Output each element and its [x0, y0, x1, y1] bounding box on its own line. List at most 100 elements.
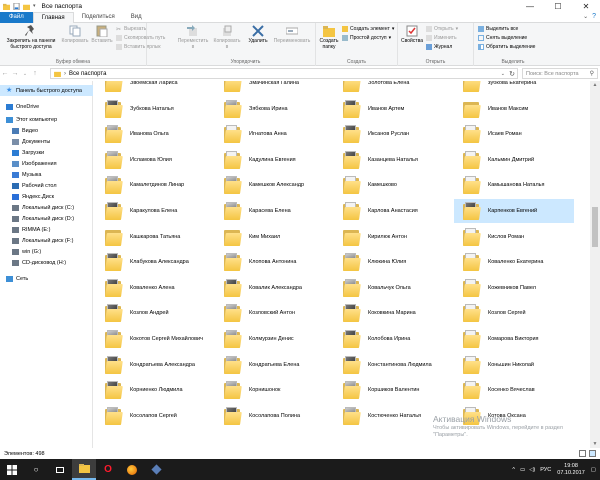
open-button[interactable]: Открыть ▾	[426, 26, 458, 32]
folder-item[interactable]: Ким Михаил	[215, 225, 335, 249]
language-indicator[interactable]: РУС	[540, 467, 551, 473]
search-taskbar-button[interactable]: ○	[24, 459, 48, 480]
help-icon[interactable]: ?	[592, 13, 596, 20]
folder-item[interactable]: Кашкарова Татьяна	[96, 225, 216, 249]
scrollbar-thumb[interactable]	[592, 207, 598, 247]
nav-item[interactable]: Загрузки	[0, 147, 93, 158]
properties-button[interactable]: Свойства	[400, 25, 424, 45]
folder-item[interactable]: Иванов Артем	[334, 97, 454, 121]
nav-item[interactable]: RIMMA (E:)	[0, 224, 93, 235]
nav-item[interactable]: Этот компьютер	[0, 114, 93, 125]
folder-item[interactable]: Игнатова Анна	[215, 122, 335, 146]
folder-item[interactable]: Константинова Людмила	[334, 353, 454, 377]
copy-path-button[interactable]: Скопировать путь	[116, 35, 165, 41]
paste-button[interactable]: Вставить	[89, 25, 115, 45]
folder-item[interactable]: Карасева Елена	[215, 199, 335, 223]
folder-item[interactable]: Коваленко Алена	[96, 276, 216, 300]
tab-home[interactable]: Главная	[32, 11, 74, 23]
folder-item[interactable]: зубкова Екатерина	[454, 81, 574, 95]
easy-access-button[interactable]: Простой доступ ▾	[342, 35, 391, 41]
folder-item[interactable]: Косенко Вячеслав	[454, 378, 574, 402]
scroll-up-icon[interactable]: ▲	[590, 82, 600, 88]
copy-to-button[interactable]: Копировать в	[212, 25, 242, 50]
nav-item[interactable]: Изображения	[0, 158, 93, 169]
pin-button[interactable]: Закрепить на панели быстрого доступа	[2, 25, 60, 50]
clock[interactable]: 19:08 07.10.2017	[557, 463, 585, 477]
nav-item[interactable]: Рабочий стол	[0, 180, 93, 191]
folder-item[interactable]: Зябкова Ирина	[215, 97, 335, 121]
vertical-scrollbar[interactable]: ▲ ▼	[590, 81, 600, 448]
folder-item[interactable]: Карпенков Евгений	[454, 199, 574, 223]
nav-item[interactable]: Видео	[0, 125, 93, 136]
folder-item[interactable]: Исламова Юлия	[96, 148, 216, 172]
folder-item[interactable]: Иванова Ольга	[96, 122, 216, 146]
network-tray-icon[interactable]: ▭	[520, 467, 525, 473]
folder-item[interactable]: Козловский Антон	[215, 301, 335, 325]
taskbar-opera[interactable]: O	[96, 459, 120, 480]
folder-item[interactable]: Косолапова Полина	[215, 404, 335, 428]
tab-share[interactable]: Поделиться	[74, 12, 123, 23]
select-all-button[interactable]: Выделить все	[478, 26, 518, 32]
tab-file[interactable]: Файл	[0, 11, 33, 23]
folder-item[interactable]: Клюкина Юлия	[334, 250, 454, 274]
nav-item[interactable]: win (G:)	[0, 246, 93, 257]
folder-item[interactable]: Каракулова Елена	[96, 199, 216, 223]
breadcrumb-current[interactable]: Все паспорта	[69, 71, 106, 77]
address-bar[interactable]: › Все паспорта ⌄ ↻	[50, 68, 518, 79]
folder-item[interactable]: Иксанов Руслан	[334, 122, 454, 146]
select-none-button[interactable]: Снять выделение	[478, 35, 527, 41]
nav-item[interactable]: ★ Панель быстрого доступа	[0, 85, 93, 96]
folder-item[interactable]: Комарова Виктория	[454, 327, 574, 351]
folder-item[interactable]: Кальмин Дмитрий	[454, 148, 574, 172]
new-item-button[interactable]: Создать элемент ▾	[342, 26, 394, 32]
folder-item[interactable]: Клабукова Александра	[96, 250, 216, 274]
nav-item[interactable]: Яндекс.Диск	[0, 191, 93, 202]
invert-selection-button[interactable]: Обратить выделение	[478, 44, 535, 50]
folder-item[interactable]: Камалетдинов Линар	[96, 173, 216, 197]
nav-item[interactable]: CD-дисковод (H:)	[0, 257, 93, 268]
tray-chevron-icon[interactable]: ^	[512, 467, 515, 473]
folder-item[interactable]: Зубкова Наталья	[96, 97, 216, 121]
folder-item[interactable]: Ковалик Александра	[215, 276, 335, 300]
folder-item[interactable]: Косолапов Сергей	[96, 404, 216, 428]
folder-item[interactable]: Кислов Роман	[454, 225, 574, 249]
folder-item[interactable]: Иванов Максим	[454, 97, 574, 121]
details-view-icon[interactable]	[579, 450, 586, 457]
folder-item[interactable]: Змачинская Галина	[215, 81, 335, 95]
folder-item[interactable]: Камешков Александр	[215, 173, 335, 197]
tab-view[interactable]: Вид	[123, 12, 150, 23]
nav-item[interactable]: Сеть	[0, 273, 93, 284]
folder-item[interactable]: Козлов Андрей	[96, 301, 216, 325]
folder-item[interactable]: Кокотов Сергей Михайлович	[96, 327, 216, 351]
back-icon[interactable]: ←	[0, 70, 10, 77]
nav-item[interactable]: Локальный диск (C:)	[0, 202, 93, 213]
folder-item[interactable]: Корниенко Людмила	[96, 378, 216, 402]
ribbon-expand-icon[interactable]: ⌄	[583, 13, 588, 20]
recent-dropdown-icon[interactable]: ⌄	[20, 71, 30, 77]
start-button[interactable]	[0, 459, 24, 480]
close-button[interactable]: ✕	[572, 0, 600, 12]
folder-item[interactable]: Камышанова Наталья	[454, 173, 574, 197]
taskbar-firefox[interactable]	[120, 459, 144, 480]
nav-item[interactable]: OneDrive	[0, 101, 93, 112]
maximize-button[interactable]: ☐	[544, 0, 572, 12]
large-icons-view-icon[interactable]	[589, 450, 596, 457]
forward-icon[interactable]: →	[10, 70, 20, 77]
nav-item[interactable]: Музыка	[0, 169, 93, 180]
task-view-button[interactable]	[48, 459, 72, 480]
history-button[interactable]: Журнал	[426, 44, 452, 50]
rename-button[interactable]: Переименовать	[272, 25, 312, 45]
folder-item[interactable]: Коршиков Валентин	[334, 378, 454, 402]
taskbar-app[interactable]	[144, 459, 168, 480]
folder-item[interactable]: Коваленко Екатерина	[454, 250, 574, 274]
move-to-button[interactable]: Переместить в	[178, 25, 208, 50]
folder-item[interactable]: Исаев Роман	[454, 122, 574, 146]
breadcrumb-chevron-icon[interactable]: ›	[64, 71, 66, 77]
folder-item[interactable]: Кондратьева Александра	[96, 353, 216, 377]
nav-item[interactable]: Локальный диск (D:)	[0, 213, 93, 224]
refresh-icon[interactable]: ↻	[509, 70, 515, 78]
properties-icon[interactable]	[13, 2, 20, 10]
qat-dropdown-icon[interactable]: ▾	[33, 3, 36, 9]
folder-item[interactable]: Клопова Антонина	[215, 250, 335, 274]
folder-item[interactable]: Коньшин Николай	[454, 353, 574, 377]
